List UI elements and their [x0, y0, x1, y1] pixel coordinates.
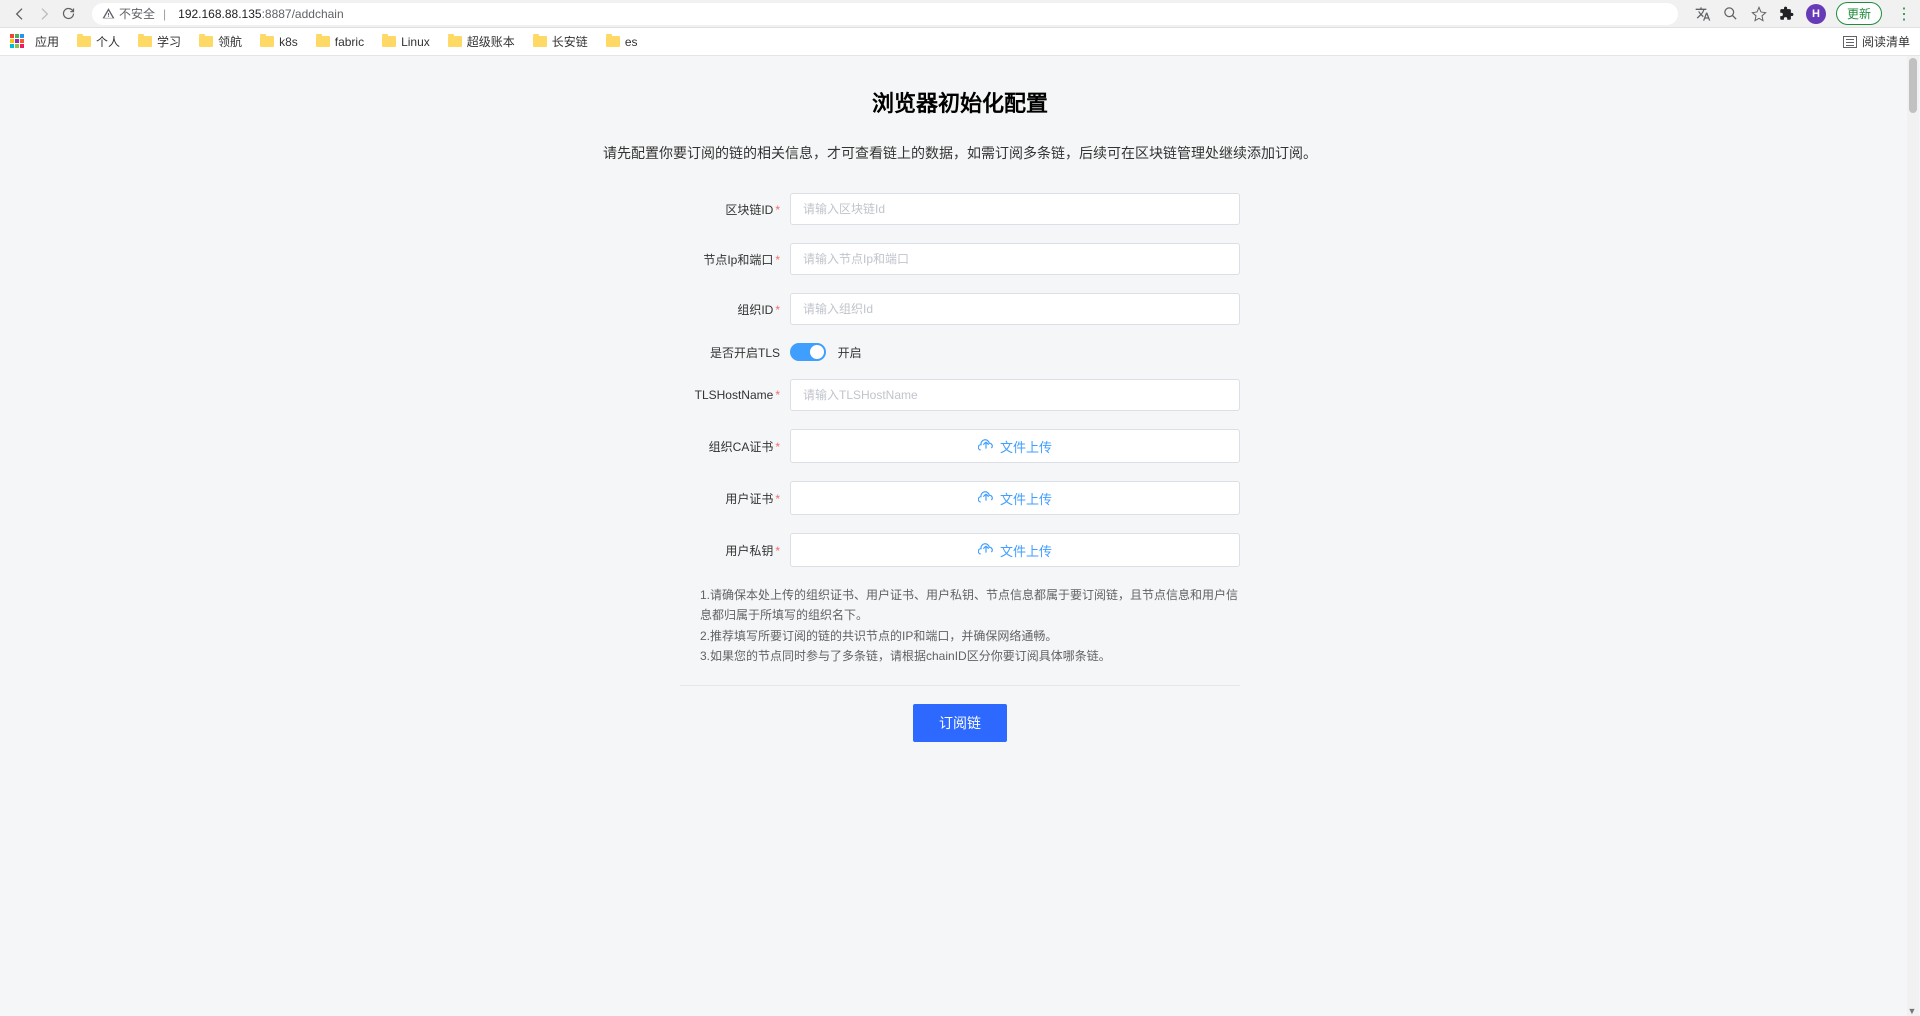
bookmark-item[interactable]: k8s: [260, 35, 298, 49]
menu-button[interactable]: ⋮: [1896, 4, 1912, 24]
field-user-key: 用户私钥 文件上传: [680, 533, 1240, 567]
tls-switch[interactable]: [790, 343, 826, 361]
subscribe-button[interactable]: 订阅链: [913, 704, 1007, 742]
apps-button[interactable]: 应用: [10, 33, 59, 50]
tip-line: 2.推荐填写所要订阅的链的共识节点的IP和端口，并确保网络通畅。: [700, 626, 1240, 646]
apps-label: 应用: [35, 33, 59, 50]
chain-id-input[interactable]: [790, 193, 1240, 225]
page-content: ▲ ▼ 浏览器初始化配置 请先配置你要订阅的链的相关信息，才可查看链上的数据，如…: [0, 56, 1920, 1016]
field-org-id: 组织ID: [680, 293, 1240, 325]
folder-icon: [533, 36, 547, 47]
divider: [680, 685, 1240, 686]
bookmark-item[interactable]: 学习: [138, 33, 181, 50]
update-button[interactable]: 更新: [1836, 2, 1882, 25]
upload-icon: [978, 490, 994, 506]
search-button[interactable]: [1722, 5, 1740, 23]
back-button[interactable]: [8, 2, 32, 26]
search-icon: [1723, 6, 1738, 21]
reading-list-button[interactable]: 阅读清单: [1843, 33, 1910, 50]
node-input[interactable]: [790, 243, 1240, 275]
upload-icon: [978, 542, 994, 558]
tip-line: 3.如果您的节点同时参与了多条链，请根据chainID区分你要订阅具体哪条链。: [700, 646, 1240, 666]
apps-icon: [10, 34, 26, 50]
tls-switch-text: 开启: [838, 346, 862, 360]
arrow-right-icon: [36, 6, 52, 22]
tls-label: 是否开启TLS: [680, 344, 790, 361]
user-cert-upload[interactable]: 文件上传: [790, 481, 1240, 515]
browser-toolbar: 不安全 | 192.168.88.135:8887/addchain H 更新 …: [0, 0, 1920, 28]
insecure-label: 不安全: [119, 5, 155, 22]
bookmark-item[interactable]: 超级账本: [448, 33, 515, 50]
bookmark-item[interactable]: 领航: [199, 33, 242, 50]
user-key-upload[interactable]: 文件上传: [790, 533, 1240, 567]
bookmark-item[interactable]: 长安链: [533, 33, 588, 50]
folder-icon: [260, 36, 274, 47]
folder-icon: [448, 36, 462, 47]
reload-icon: [61, 6, 76, 21]
bookmark-item[interactable]: fabric: [316, 35, 364, 49]
form-tips: 1.请确保本处上传的组织证书、用户证书、用户私钥、节点信息都属于要订阅链，且节点…: [680, 585, 1240, 667]
bookmark-star-button[interactable]: [1750, 5, 1768, 23]
warning-icon: [102, 7, 115, 20]
url-host: 192.168.88.135: [178, 7, 261, 21]
tls-host-input[interactable]: [790, 379, 1240, 411]
puzzle-icon: [1779, 6, 1794, 21]
scroll-down-icon: ▼: [1907, 1006, 1917, 1016]
insecure-indicator: 不安全 |: [102, 5, 170, 22]
translate-icon: [1695, 6, 1711, 22]
node-label: 节点Ip和端口: [680, 251, 790, 268]
folder-icon: [138, 36, 152, 47]
org-ca-upload[interactable]: 文件上传: [790, 429, 1240, 463]
folder-icon: [199, 36, 213, 47]
scrollbar-thumb[interactable]: [1909, 58, 1917, 113]
profile-avatar[interactable]: H: [1806, 4, 1826, 24]
scrollbar[interactable]: ▲ ▼: [1907, 56, 1919, 1016]
forward-button[interactable]: [32, 2, 56, 26]
star-icon: [1751, 6, 1767, 22]
translate-button[interactable]: [1694, 5, 1712, 23]
page-title: 浏览器初始化配置: [480, 86, 1440, 118]
extensions-button[interactable]: [1778, 5, 1796, 23]
field-node: 节点Ip和端口: [680, 243, 1240, 275]
bookmarks-bar: 应用 个人 学习 领航 k8s fabric Linux 超级账本 长安链 es…: [0, 28, 1920, 56]
field-org-ca: 组织CA证书 文件上传: [680, 429, 1240, 463]
field-user-cert: 用户证书 文件上传: [680, 481, 1240, 515]
user-key-label: 用户私钥: [680, 542, 790, 559]
arrow-left-icon: [12, 6, 28, 22]
field-chain-id: 区块链ID: [680, 193, 1240, 225]
bookmark-item[interactable]: 个人: [77, 33, 120, 50]
tip-line: 1.请确保本处上传的组织证书、用户证书、用户私钥、节点信息都属于要订阅链，且节点…: [700, 585, 1240, 626]
user-cert-label: 用户证书: [680, 490, 790, 507]
folder-icon: [77, 36, 91, 47]
field-tls-host: TLSHostName: [680, 379, 1240, 411]
org-ca-label: 组织CA证书: [680, 438, 790, 455]
page-subtitle: 请先配置你要订阅的链的相关信息，才可查看链上的数据，如需订阅多条链，后续可在区块…: [480, 143, 1440, 163]
upload-icon: [978, 438, 994, 454]
address-bar[interactable]: 不安全 | 192.168.88.135:8887/addchain: [92, 3, 1678, 25]
toolbar-right: H 更新 ⋮: [1694, 2, 1912, 25]
url-path: :8887/addchain: [262, 7, 344, 21]
field-tls: 是否开启TLS 开启: [680, 343, 1240, 361]
org-id-label: 组织ID: [680, 301, 790, 318]
tls-host-label: TLSHostName: [680, 388, 790, 402]
chain-id-label: 区块链ID: [680, 201, 790, 218]
config-form: 区块链ID 节点Ip和端口 组织ID 是否开启TLS 开启 TLSHostNam…: [680, 193, 1240, 742]
bookmark-item[interactable]: Linux: [382, 35, 430, 49]
reading-list-icon: [1843, 36, 1857, 48]
reload-button[interactable]: [56, 2, 80, 26]
folder-icon: [316, 36, 330, 47]
bookmark-item[interactable]: es: [606, 35, 638, 49]
org-id-input[interactable]: [790, 293, 1240, 325]
folder-icon: [382, 36, 396, 47]
folder-icon: [606, 36, 620, 47]
